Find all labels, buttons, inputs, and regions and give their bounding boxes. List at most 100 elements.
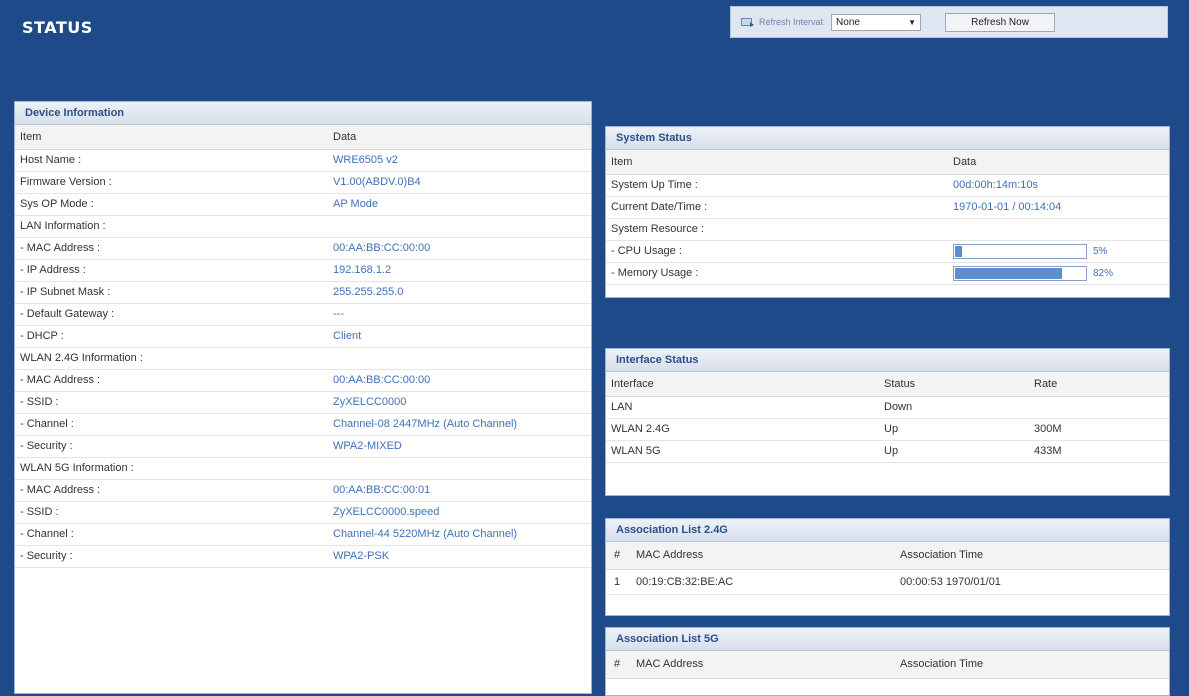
table-row: System Resource : bbox=[606, 219, 1169, 241]
item-label: - SSID : bbox=[20, 396, 59, 408]
table-row: - Memory Usage : 82% bbox=[606, 263, 1169, 285]
item-label: - Channel : bbox=[20, 418, 74, 430]
item-label: Host Name : bbox=[20, 154, 82, 166]
table-row: WLAN 5G Up 433M bbox=[606, 441, 1169, 463]
table-row: Current Date/Time : 1970-01-01 / 00:14:0… bbox=[606, 197, 1169, 219]
page-title: STATUS bbox=[22, 18, 93, 37]
interface-rate bbox=[1026, 397, 1169, 418]
item-label: Firmware Version : bbox=[20, 176, 112, 188]
cpu-usage-label: - CPU Usage : bbox=[611, 245, 682, 257]
item-value bbox=[325, 216, 591, 237]
memory-usage-label: - Memory Usage : bbox=[611, 267, 699, 279]
table-row: - CPU Usage : 5% bbox=[606, 241, 1169, 263]
col-interface: Interface bbox=[611, 378, 654, 390]
item-value bbox=[325, 348, 591, 369]
table-row: Sys OP Mode : AP Mode bbox=[15, 194, 591, 216]
table-row: 1 00:19:CB:32:BE:AC 00:00:53 1970/01/01 bbox=[606, 570, 1169, 595]
item-label: - Default Gateway : bbox=[20, 308, 115, 320]
col-mac-address: MAC Address bbox=[636, 549, 704, 561]
system-status-panel: System Status Item Data System Up Time :… bbox=[605, 126, 1170, 298]
interface-status-title: Interface Status bbox=[606, 349, 1169, 372]
cpu-usage-percent: 5% bbox=[1093, 246, 1108, 257]
item-value: ZyXELCC0000 bbox=[333, 396, 407, 408]
refresh-now-button[interactable]: Refresh Now bbox=[945, 12, 1056, 32]
table-row: LAN Information : bbox=[15, 216, 591, 238]
datetime-value: 1970-01-01 / 00:14:04 bbox=[953, 201, 1062, 213]
item-label: - MAC Address : bbox=[20, 484, 101, 496]
col-status: Status bbox=[884, 378, 916, 390]
item-label: Sys OP Mode : bbox=[20, 198, 94, 210]
cpu-usage-bar bbox=[953, 244, 1087, 259]
client-association-time: 00:00:53 1970/01/01 bbox=[900, 576, 1001, 588]
memory-usage-bar bbox=[953, 266, 1087, 281]
col-data: Data bbox=[333, 131, 357, 143]
table-row: - Channel : Channel-44 5220MHz (Auto Chan… bbox=[15, 524, 591, 546]
item-label: - IP Address : bbox=[20, 264, 86, 276]
item-label: - IP Subnet Mask : bbox=[20, 286, 111, 298]
interface-name: LAN bbox=[611, 401, 633, 413]
table-row: System Up Time : 00d:00h:14m:10s bbox=[606, 175, 1169, 197]
col-association-time: Association Time bbox=[900, 549, 984, 561]
device-information-panel: Device Information Item Data Host Name :… bbox=[14, 101, 592, 694]
association-list-5g-title: Association List 5G bbox=[606, 628, 1169, 651]
memory-usage-meter: 82% bbox=[949, 263, 1169, 284]
association-list-24g-rows: 1 00:19:CB:32:BE:AC 00:00:53 1970/01/01 bbox=[606, 570, 1169, 595]
item-value: Channel-44 5220MHz (Auto Channel) bbox=[333, 528, 518, 540]
table-row: LAN Down bbox=[606, 397, 1169, 419]
client-mac-address: 00:19:CB:32:BE:AC bbox=[636, 576, 734, 588]
system-status-header: Item Data bbox=[606, 150, 1169, 175]
table-row: - MAC Address : 00:AA:BB:CC:00:01 bbox=[15, 480, 591, 502]
item-label: - DHCP : bbox=[20, 330, 64, 342]
interface-status: Up bbox=[884, 423, 899, 435]
table-row: WLAN 5G Information : bbox=[15, 458, 591, 480]
item-label: WLAN 5G Information : bbox=[20, 462, 134, 474]
table-row: - IP Address : 192.168.1.2 bbox=[15, 260, 591, 282]
table-row: - Default Gateway : --- bbox=[15, 304, 591, 326]
table-row: Firmware Version : V1.00(ABDV.0)B4 bbox=[15, 172, 591, 194]
table-row: - Security : WPA2-MIXED bbox=[15, 436, 591, 458]
col-number: # bbox=[614, 549, 621, 561]
system-resource-label: System Resource : bbox=[611, 223, 704, 235]
refresh-toolbar: Refresh Interval: None ▼ Refresh Now bbox=[730, 6, 1168, 38]
col-association-time: Association Time bbox=[900, 658, 984, 670]
item-label: - SSID : bbox=[20, 506, 59, 518]
table-row: - Security : WPA2-PSK bbox=[15, 546, 591, 568]
item-value: 192.168.1.2 bbox=[333, 264, 392, 276]
interface-rate: 300M bbox=[1034, 423, 1062, 435]
item-value: 255.255.255.0 bbox=[333, 286, 404, 298]
association-list-24g-header: # MAC Address Association Time bbox=[606, 542, 1169, 570]
refresh-interval-select[interactable]: None ▼ bbox=[831, 13, 922, 31]
table-row: - SSID : ZyXELCC0000.speed bbox=[15, 502, 591, 524]
system-resource-value bbox=[949, 219, 1169, 240]
item-value bbox=[325, 458, 591, 479]
item-value: Channel-08 2447MHz (Auto Channel) bbox=[333, 418, 518, 430]
interface-rate: 433M bbox=[1034, 445, 1062, 457]
chevron-down-icon: ▼ bbox=[908, 17, 917, 27]
system-status-title: System Status bbox=[606, 127, 1169, 150]
item-value: Client bbox=[333, 330, 362, 342]
item-value: AP Mode bbox=[333, 198, 379, 210]
table-row: - Channel : Channel-08 2447MHz (Auto Chan… bbox=[15, 414, 591, 436]
item-value: WPA2-PSK bbox=[333, 550, 390, 562]
table-row: WLAN 2.4G Information : bbox=[15, 348, 591, 370]
table-row: - SSID : ZyXELCC0000 bbox=[15, 392, 591, 414]
interface-status: Down bbox=[884, 401, 913, 413]
uptime-value: 00d:00h:14m:10s bbox=[953, 179, 1039, 191]
datetime-label: Current Date/Time : bbox=[611, 201, 708, 213]
device-information-title: Device Information bbox=[15, 102, 591, 125]
item-label: WLAN 2.4G Information : bbox=[20, 352, 143, 364]
association-list-5g-panel: Association List 5G # MAC Address Associ… bbox=[605, 627, 1170, 696]
item-label: - MAC Address : bbox=[20, 242, 101, 254]
interface-status-header: Interface Status Rate bbox=[606, 372, 1169, 397]
item-label: - Security : bbox=[20, 440, 73, 452]
item-value: WPA2-MIXED bbox=[333, 440, 402, 452]
interface-status: Up bbox=[884, 445, 899, 457]
item-label: - Security : bbox=[20, 550, 73, 562]
cpu-usage-fill bbox=[955, 246, 962, 257]
table-row: - IP Subnet Mask : 255.255.255.0 bbox=[15, 282, 591, 304]
item-value: --- bbox=[333, 308, 344, 320]
item-label: - Channel : bbox=[20, 528, 74, 540]
item-value: V1.00(ABDV.0)B4 bbox=[333, 176, 421, 188]
interface-name: WLAN 2.4G bbox=[611, 423, 670, 435]
device-information-rows: Host Name : WRE6505 v2 Firmware Version : V… bbox=[15, 150, 591, 568]
